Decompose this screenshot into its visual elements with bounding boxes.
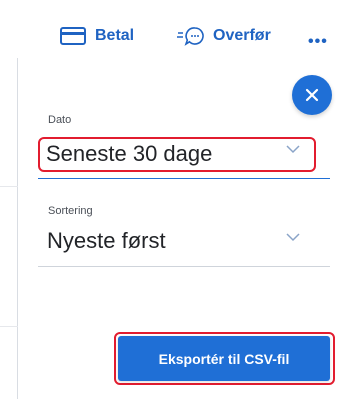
date-field-underline (38, 178, 330, 179)
export-panel-screen: Betal Overfør ••• Dato Seneste 30 dage S… (0, 0, 343, 399)
background-divider (0, 186, 18, 187)
date-field-value: Seneste 30 dage (46, 141, 213, 166)
sort-field-underline (38, 266, 330, 267)
date-field-label: Dato (48, 114, 72, 126)
background-divider (0, 326, 18, 327)
background-page-edge (0, 58, 18, 399)
more-options-button[interactable]: ••• (308, 33, 328, 51)
credit-card-icon (60, 27, 86, 45)
chevron-down-icon (286, 145, 300, 154)
transfer-button-label: Overfør (213, 27, 271, 44)
sort-field-label: Sortering (48, 205, 93, 217)
chat-bubble-icon (177, 27, 204, 46)
chevron-down-icon (286, 233, 300, 242)
close-icon (305, 88, 319, 102)
sort-dropdown[interactable]: Nyeste først (47, 228, 317, 258)
pay-button-label: Betal (95, 27, 135, 44)
transfer-button[interactable]: Overfør (177, 24, 271, 48)
close-button[interactable] (292, 75, 332, 115)
export-csv-button[interactable]: Eksportér til CSV-fil (118, 336, 330, 381)
action-toolbar: Betal Overfør ••• (0, 0, 343, 58)
pay-button[interactable]: Betal (60, 24, 134, 48)
